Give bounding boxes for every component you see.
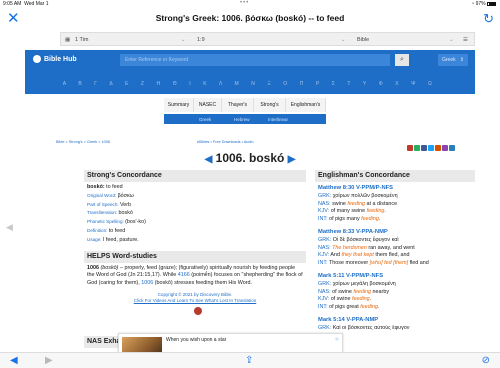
bible-hub-header: Bible Hub Enter Reference or Keyword ⌕ G… xyxy=(25,50,475,70)
concordance-body: boskó: to feed Original Word: βόσκω Part… xyxy=(84,182,306,247)
search-input[interactable]: Enter Reference or Keyword xyxy=(120,54,390,66)
helps-title: HELPS Word-studies xyxy=(84,250,306,263)
language-subtabs: Greek Hebrew Interlinear xyxy=(164,114,326,124)
discovery-bible-icon[interactable] xyxy=(194,306,202,315)
bible-hub-logo[interactable]: Bible Hub xyxy=(33,55,77,63)
kjv-line: KJV: of many swine feeding. xyxy=(318,208,386,215)
concordance-line: Part of Speech: Verb xyxy=(87,201,132,208)
wifi-icon: ◔ xyxy=(471,1,475,7)
book-select[interactable]: 1 Tim xyxy=(75,37,88,43)
chevron-down-icon: ⇕ xyxy=(459,57,464,63)
tab-nasec[interactable]: NASEC xyxy=(194,98,222,112)
chapter-select[interactable]: 1:9 xyxy=(197,37,205,43)
version-select[interactable]: Bible xyxy=(357,37,369,43)
concordance-line: Usage: I feed, pasture. xyxy=(87,236,139,243)
globe-icon xyxy=(33,55,41,63)
status-bar: 9:05 AM Wed Mar 1 ••• ◔ 97% xyxy=(0,0,500,8)
page-back-arrow[interactable]: ◀ xyxy=(6,222,13,233)
search-button[interactable]: ⌕ xyxy=(395,54,409,66)
strongs-link[interactable]: 4166 xyxy=(178,272,190,278)
forward-icon[interactable]: ▶ xyxy=(45,355,53,367)
englishmans-title: Englishman's Concordance xyxy=(315,170,475,182)
reference-select-bar: ▦ 1 Tim ⌄ 1:9 ⌄ Bible ⌄ ☰ xyxy=(60,32,475,46)
concordance-line: Definition: to feed xyxy=(87,227,126,234)
lexicon-tabs: Summary NASEC Thayer's Strong's Englishm… xyxy=(164,98,326,112)
tab-summary[interactable]: Summary xyxy=(164,98,194,112)
grk-line: GRK: Οἱ δὲ βόσκοντες ἔφυγον καὶ xyxy=(318,236,399,243)
breadcrumb[interactable]: Bible > Strong's > Greek > 1006 xyxy=(56,140,110,144)
concordance-line: boskó: to feed xyxy=(87,184,123,190)
prev-entry-arrow[interactable]: ◀ xyxy=(205,154,213,165)
nas-line: NAS: of swine feeding nearby xyxy=(318,288,390,295)
subtab-hebrew[interactable]: Hebrew xyxy=(234,117,250,122)
entry-heading: ◀ 1006. boskó ▶ xyxy=(0,151,500,165)
grk-line: GRK: Καὶ οἱ βόσκοντες αὐτοὺς ἔφυγον xyxy=(318,324,410,331)
englishmans-body: Matthew 8:30 V-PPM/P-NFS GRK: χοίρων πολ… xyxy=(315,185,475,333)
verse-ref-link[interactable]: Matthew 8:33 V-PPA-NMP xyxy=(318,229,472,237)
status-time-date: 9:05 AM Wed Mar 1 xyxy=(3,1,49,7)
verse-ref-link[interactable]: Mark 5:11 V-PPM/P-NFS xyxy=(318,273,472,281)
compass-icon[interactable]: ⊘ xyxy=(482,355,490,367)
left-column: Strong's Concordance boskó: to feed Orig… xyxy=(84,170,306,321)
verse-ref-link[interactable]: Matthew 8:30 V-PPM/P-NFS xyxy=(318,185,472,193)
int-line: INT: of pigs great feeding. xyxy=(318,304,380,311)
ad-text: When you wish upon a star xyxy=(166,337,227,343)
chevron-down-icon: ⌄ xyxy=(341,37,346,43)
language-select[interactable]: Greek ⇕ xyxy=(438,54,468,66)
battery-icon xyxy=(487,1,496,6)
greek-alphabet-nav[interactable]: Α Β Γ Δ Ε Ζ Η Θ Ι Κ Λ Μ Ν Ξ Ο Π Ρ Σ Τ Υ … xyxy=(25,70,475,94)
tools-links[interactable]: eBibles • Free Downloads • Audio xyxy=(197,140,253,144)
tab-strongs[interactable]: Strong's xyxy=(254,98,286,112)
strongs-link[interactable]: 1006 xyxy=(141,280,153,286)
title-bar: ✕ Strong's Greek: 1006. βόσκω (boskó) --… xyxy=(0,8,500,32)
adchoices-icon[interactable]: ▷ xyxy=(336,336,339,341)
int-line: INT: of pigs many feeding. xyxy=(318,216,381,223)
search-icon: ⌕ xyxy=(400,56,404,63)
tab-englishmans[interactable]: Englishman's xyxy=(286,98,326,112)
videos-link[interactable]: Click For Videos And Learn To See What's… xyxy=(87,298,303,304)
page-title: Strong's Greek: 1006. βόσκω (boskó) -- t… xyxy=(155,13,345,23)
grk-line: GRK: χοίρων πολλῶν βοσκομένη xyxy=(318,192,398,199)
nas-line: NAS: swine feeding at a distance xyxy=(318,200,398,207)
grid-icon[interactable]: ▦ xyxy=(65,37,70,43)
verse-ref-link[interactable]: Mark 5:14 V-PPA-NMP xyxy=(318,317,472,325)
next-entry-arrow[interactable]: ▶ xyxy=(288,154,296,165)
kjv-line: KJV: of swine feeding. xyxy=(318,296,372,303)
browser-toolbar: ◀ ▶ ⇪ ⊘ xyxy=(0,352,500,368)
helps-body: 1006 (boskō) – properly, feed (graze); (… xyxy=(84,263,306,321)
multitasking-dots[interactable]: ••• xyxy=(240,0,249,6)
social-icons xyxy=(407,138,456,151)
back-icon[interactable]: ◀ xyxy=(10,355,18,367)
refresh-icon[interactable]: ↻ xyxy=(483,11,494,27)
status-right: ◔ 97% xyxy=(471,1,496,7)
subtab-interlinear[interactable]: Interlinear xyxy=(268,117,288,122)
tab-thayers[interactable]: Thayer's xyxy=(222,98,254,112)
nas-line: NAS: The herdsmen ran away, and went xyxy=(318,244,415,251)
menu-icon[interactable]: ☰ xyxy=(463,37,468,43)
chevron-down-icon: ⌄ xyxy=(449,37,454,43)
right-column: Englishman's Concordance Matthew 8:30 V-… xyxy=(315,170,475,333)
share-icon[interactable]: ⇪ xyxy=(245,355,253,367)
int-line: INT: Those moreover [who] fed [them] fle… xyxy=(318,260,429,267)
grk-line: GRK: χοίρων μεγάλη βοσκομένη xyxy=(318,280,396,287)
entry-title: 1006. boskó xyxy=(215,151,285,165)
subtab-greek[interactable]: Greek xyxy=(199,117,211,122)
strongs-concordance-title: Strong's Concordance xyxy=(84,170,306,182)
concordance-line: Original Word: βόσκω xyxy=(87,192,134,199)
chevron-down-icon: ⌄ xyxy=(181,37,186,43)
kjv-line: KJV: And they that kept them fled, and xyxy=(318,252,410,259)
concordance-line: Phonetic Spelling: (bos'-ko) xyxy=(87,219,146,226)
concordance-line: Transliteration: boskó xyxy=(87,210,133,217)
